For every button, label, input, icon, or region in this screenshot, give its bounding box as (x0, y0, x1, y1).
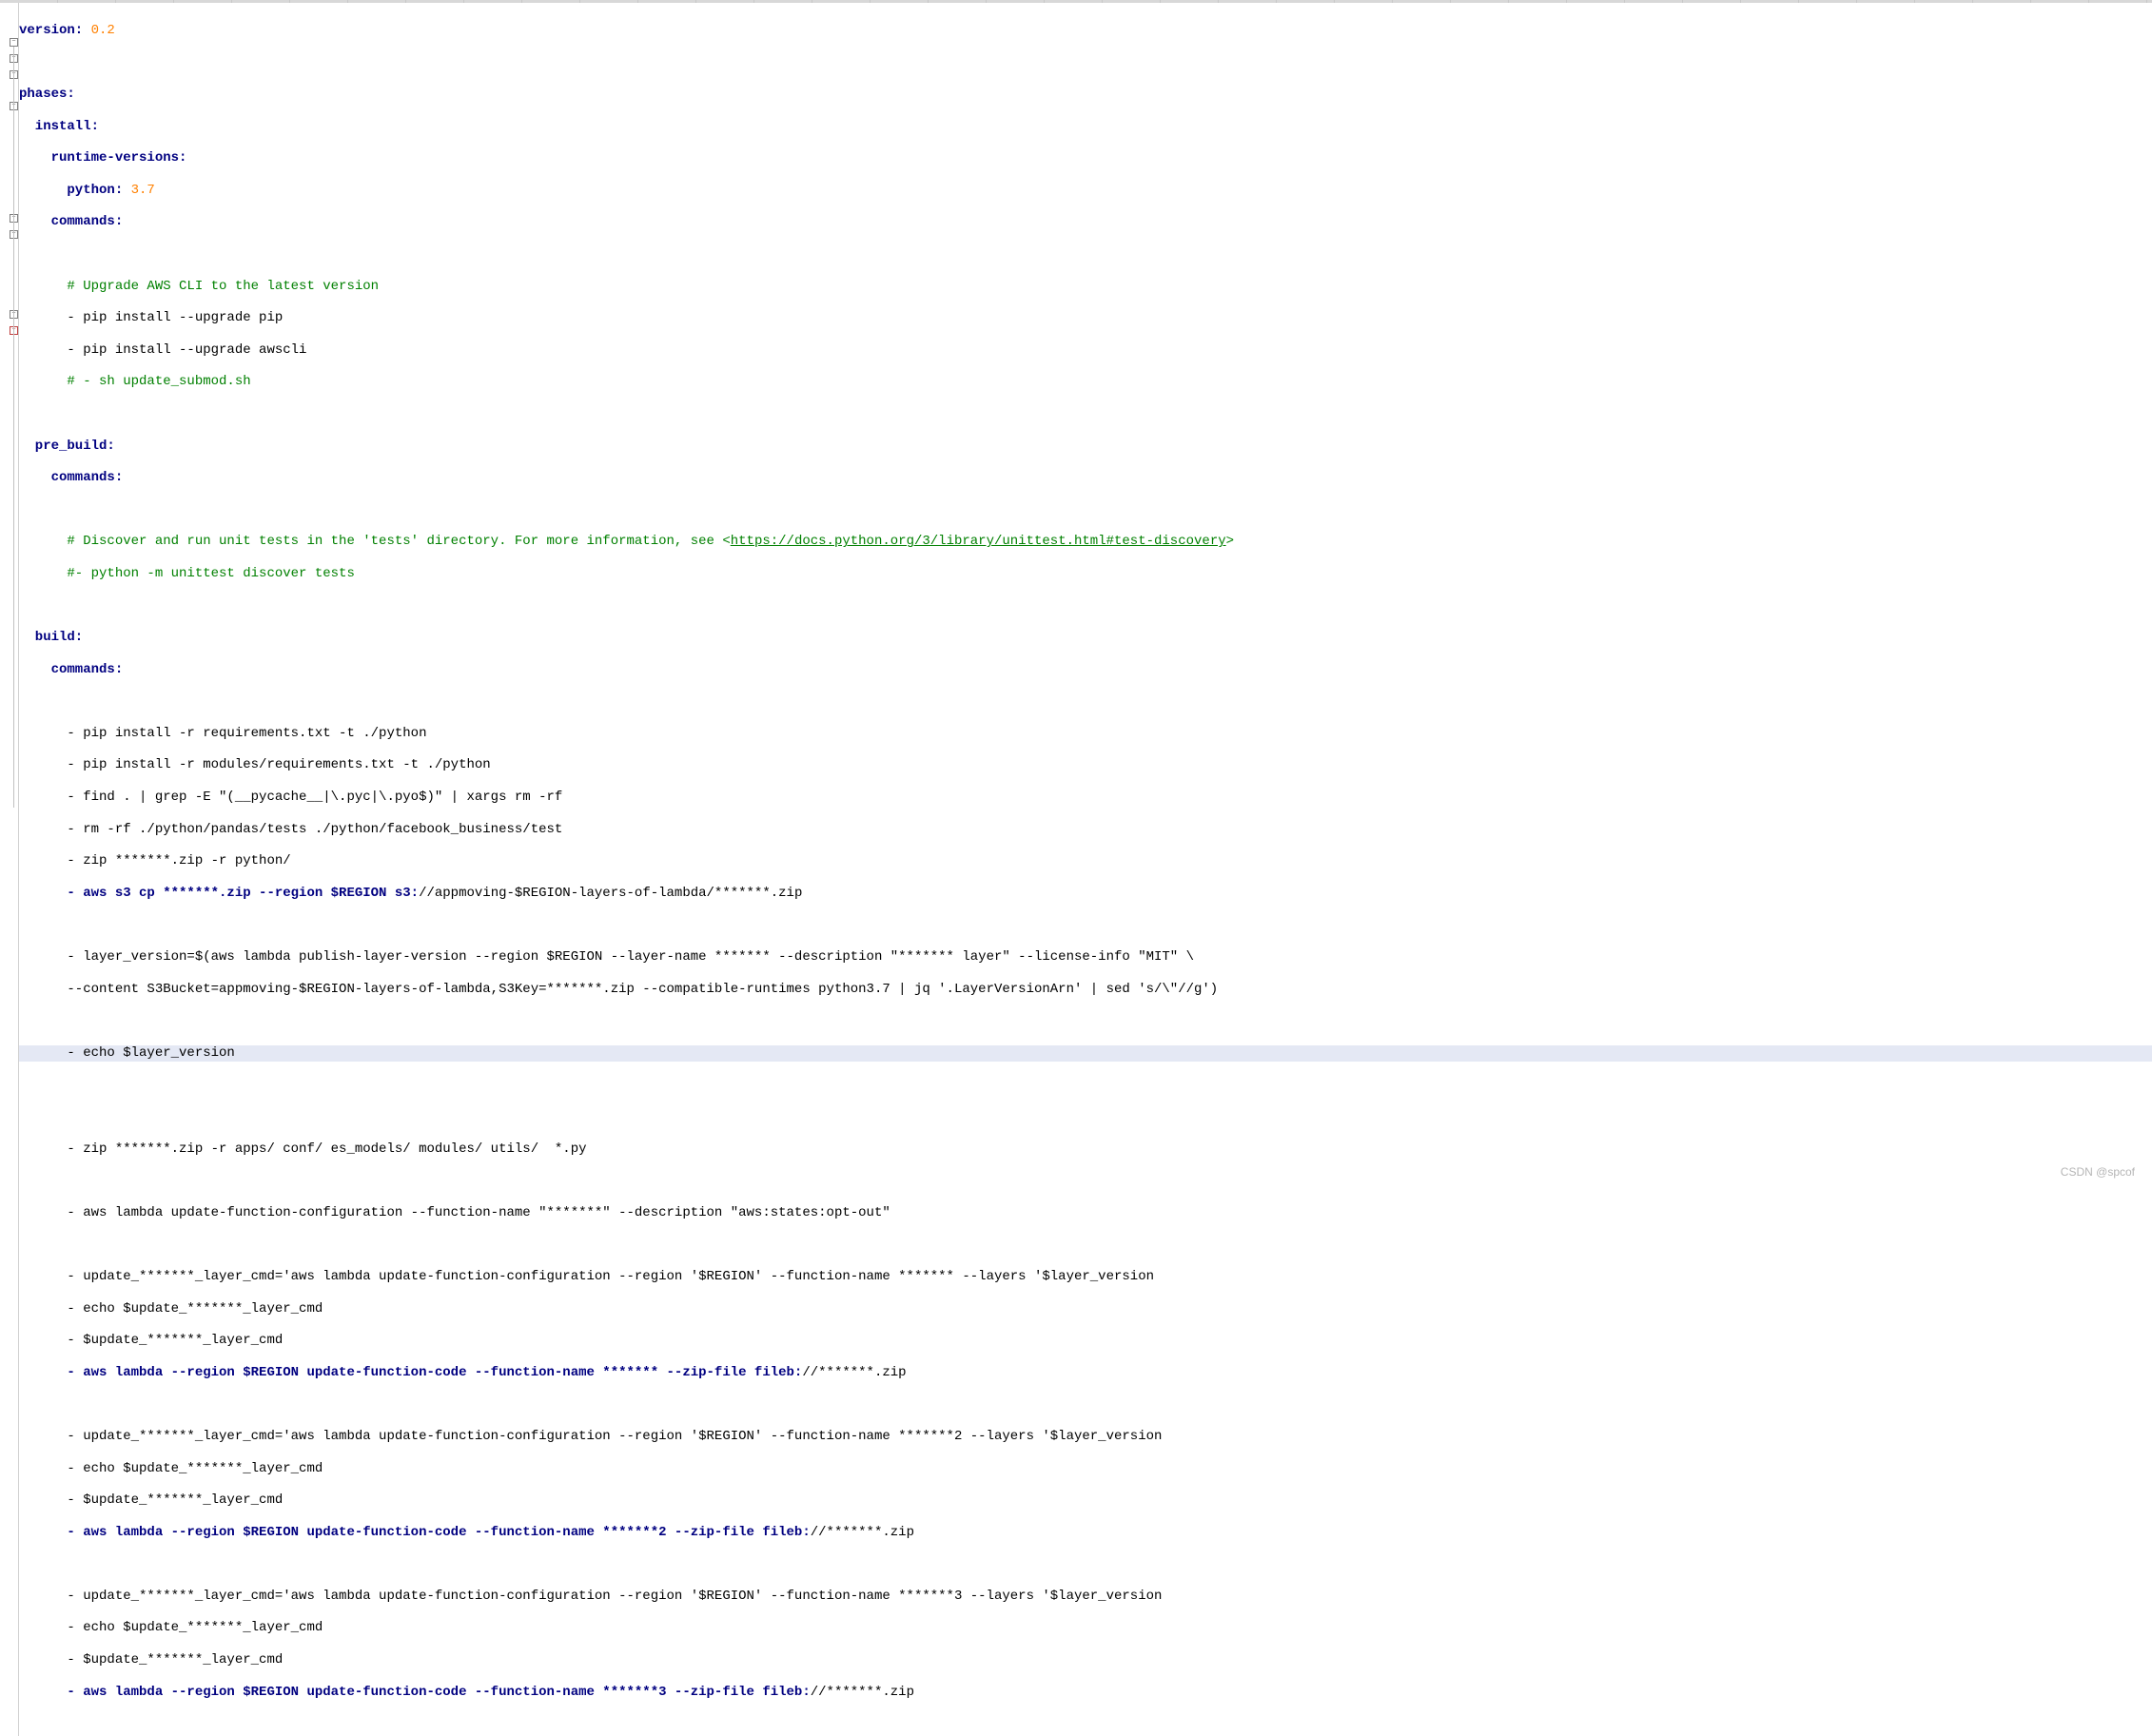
code-line (19, 1013, 2152, 1029)
code-line: - aws lambda --region $REGION update-fun… (19, 1365, 2152, 1381)
code-line: - update_*******_layer_cmd='aws lambda u… (19, 1589, 2152, 1605)
code-line: commands: (19, 662, 2152, 678)
editor-container: − − − − − − − − version: 0.2 phases: ins… (0, 3, 2152, 1736)
code-line: - update_*******_layer_cmd='aws lambda u… (19, 1269, 2152, 1285)
code-line: - $update_*******_layer_cmd (19, 1492, 2152, 1509)
code-line: - echo $update_*******_layer_cmd (19, 1461, 2152, 1477)
code-line: - echo $update_*******_layer_cmd (19, 1620, 2152, 1636)
code-line: - $update_*******_layer_cmd (19, 1333, 2152, 1349)
code-line: - aws lambda --region $REGION update-fun… (19, 1525, 2152, 1541)
code-line: - zip *******.zip -r python/ (19, 853, 2152, 869)
code-line (19, 1173, 2152, 1189)
code-line-highlighted: - echo $layer_version (19, 1045, 2152, 1062)
code-line: # Discover and run unit tests in the 'te… (19, 534, 2152, 550)
code-line (19, 917, 2152, 933)
code-line (19, 1077, 2152, 1093)
code-line: pre_build: (19, 439, 2152, 455)
code-line: - aws lambda update-function-configurati… (19, 1205, 2152, 1221)
code-line (19, 1396, 2152, 1413)
unittest-link[interactable]: https://docs.python.org/3/library/unitte… (731, 534, 1226, 549)
code-line: - pip install -r requirements.txt -t ./p… (19, 726, 2152, 742)
code-line: - find . | grep -E "(__pycache__|\.pyc|\… (19, 790, 2152, 806)
code-line: - echo $update_*******_layer_cmd (19, 1301, 2152, 1317)
code-line: - aws s3 cp *******.zip --region $REGION… (19, 886, 2152, 902)
code-line: --content S3Bucket=appmoving-$REGION-lay… (19, 982, 2152, 998)
code-line (19, 1237, 2152, 1253)
code-line: runtime-versions: (19, 150, 2152, 166)
fold-toggle[interactable]: − (10, 38, 18, 47)
code-line: # Upgrade AWS CLI to the latest version (19, 279, 2152, 295)
code-line: - pip install --upgrade pip (19, 310, 2152, 326)
code-line (19, 693, 2152, 710)
code-line (19, 1556, 2152, 1572)
code-line (19, 597, 2152, 614)
code-line: # - sh update_submod.sh (19, 374, 2152, 390)
code-line: - pip install -r modules/requirements.tx… (19, 757, 2152, 773)
code-line: - rm -rf ./python/pandas/tests ./python/… (19, 822, 2152, 838)
code-line: commands: (19, 214, 2152, 230)
code-line: version: 0.2 (19, 23, 2152, 39)
code-line: build: (19, 630, 2152, 646)
code-line: phases: (19, 87, 2152, 103)
code-line: install: (19, 119, 2152, 135)
code-line (19, 246, 2152, 263)
code-line (19, 1109, 2152, 1125)
code-line: - layer_version=$(aws lambda publish-lay… (19, 949, 2152, 966)
code-line (19, 54, 2152, 70)
code-line: - $update_*******_layer_cmd (19, 1652, 2152, 1668)
code-line: commands: (19, 470, 2152, 486)
code-line: - pip install --upgrade awscli (19, 342, 2152, 359)
code-line (19, 406, 2152, 422)
folding-gutter: − − − − − − − − (0, 3, 19, 1736)
code-area[interactable]: version: 0.2 phases: install: runtime-ve… (19, 3, 2152, 1736)
code-line: - aws lambda --region $REGION update-fun… (19, 1685, 2152, 1701)
code-line: #- python -m unittest discover tests (19, 566, 2152, 582)
code-line (19, 502, 2152, 518)
code-line: python: 3.7 (19, 183, 2152, 199)
watermark: CSDN @spcof (2061, 1165, 2135, 1179)
code-line: - update_*******_layer_cmd='aws lambda u… (19, 1429, 2152, 1445)
code-line: - zip *******.zip -r apps/ conf/ es_mode… (19, 1141, 2152, 1158)
